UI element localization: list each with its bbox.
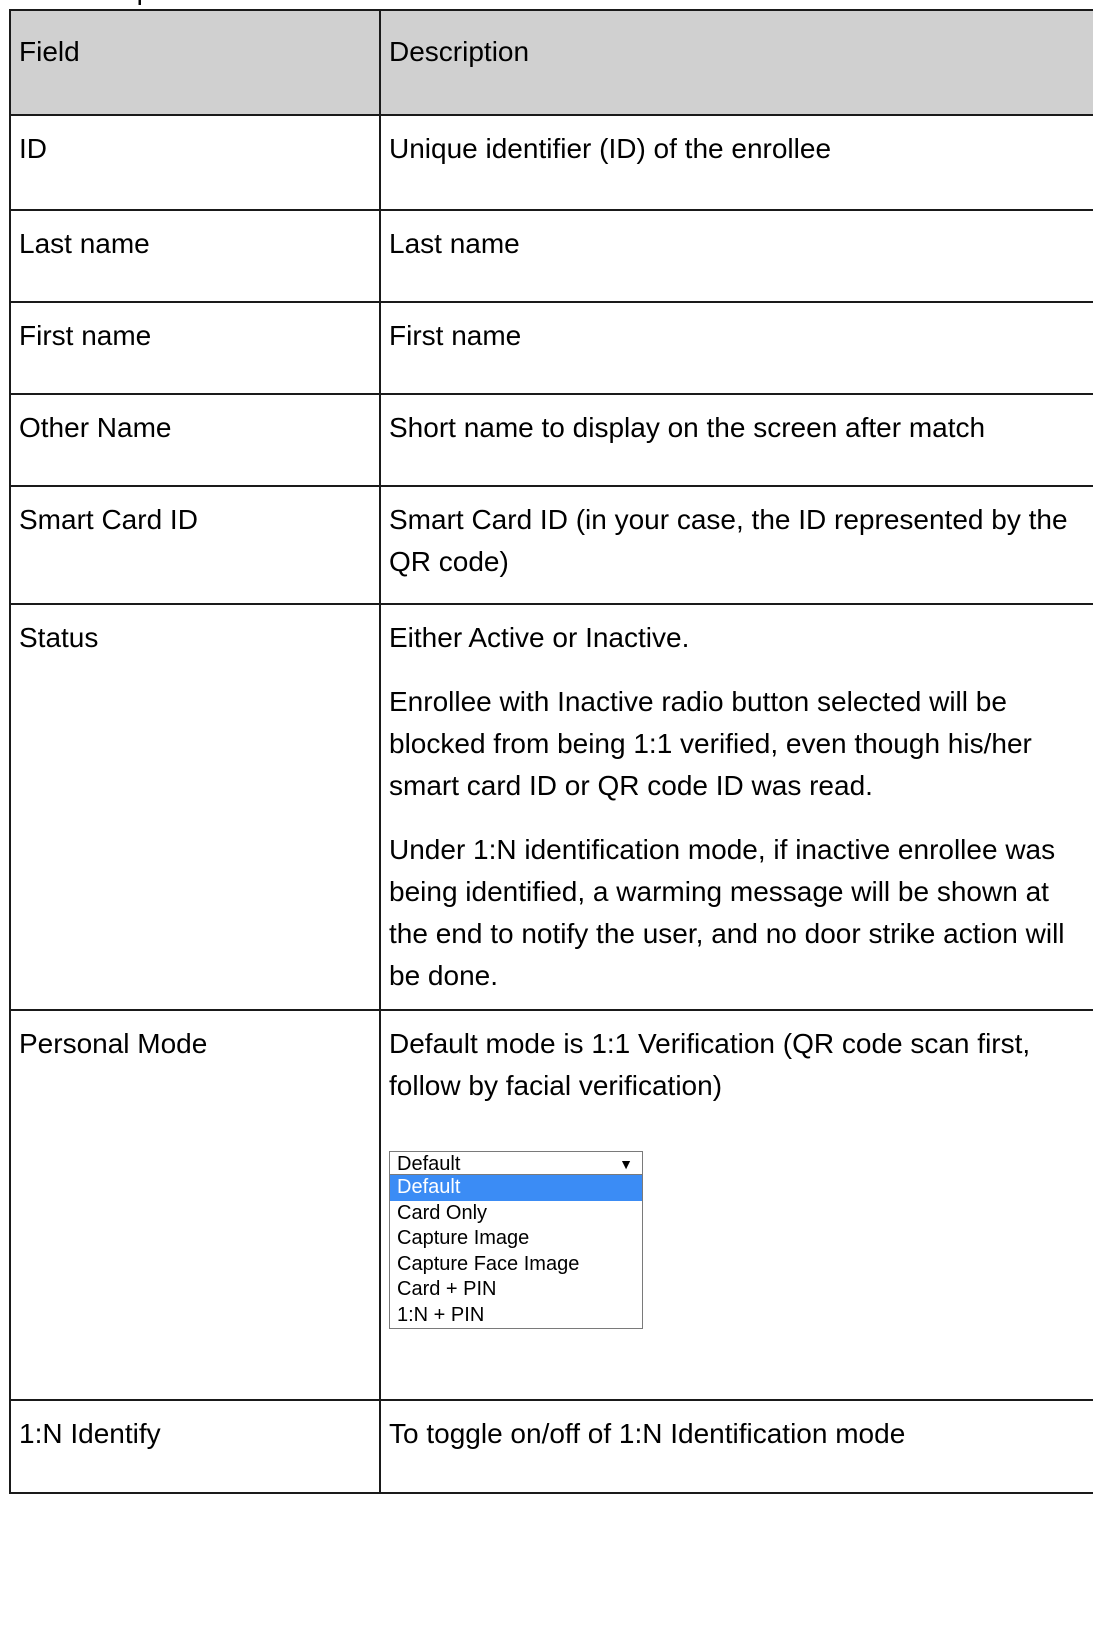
select-value: Default	[397, 1153, 461, 1175]
description-paragraph: Under 1:N identification mode, if inacti…	[389, 834, 1065, 991]
table-row: ID Unique identifier (ID) of the enrollee	[9, 114, 1093, 211]
description-cell: First name	[379, 301, 1093, 395]
description-paragraph: Either Active or Inactive.	[389, 622, 690, 653]
header-field: Field	[9, 9, 381, 116]
description-paragraph: First name	[389, 320, 522, 351]
header-description: Description	[379, 9, 1093, 116]
dropdown-option[interactable]: Capture Face Image	[390, 1252, 642, 1278]
dropdown-option[interactable]: Card Only	[390, 1201, 642, 1227]
triangle-down-icon[interactable]: ▼	[619, 1152, 633, 1176]
field-cell: ID	[9, 114, 381, 211]
field-cell: Last name	[9, 209, 381, 303]
dropdown-option-list: Default Card Only Capture Image Capture Fac…	[389, 1175, 643, 1329]
description-cell: Short name to display on the screen afte…	[379, 393, 1093, 487]
field-cell: Personal Mode	[9, 1009, 381, 1401]
description-cell: Either Active or Inactive. Enrollee with …	[379, 603, 1093, 1011]
personal-mode-select[interactable]: Default ▼	[389, 1151, 643, 1175]
table-row: Status Either Active or Inactive. Enrollee…	[9, 603, 1093, 1011]
table-row: First name First name	[9, 301, 1093, 395]
field-cell: First name	[9, 301, 381, 395]
field-description-table: Field Description ID Unique identifier (I…	[9, 9, 1093, 1494]
table-header-row: Field Description	[9, 9, 1093, 116]
description-paragraph: Default mode is 1:1 Verification (QR cod…	[389, 1028, 1031, 1101]
description-paragraph: Smart Card ID (in your case, the ID repr…	[389, 504, 1068, 577]
dropdown-option[interactable]: Card + PIN	[390, 1277, 642, 1303]
description-cell: Unique identifier (ID) of the enrollee	[379, 114, 1093, 211]
description-cell: Default mode is 1:1 Verification (QR cod…	[379, 1009, 1093, 1401]
description-cell: Smart Card ID (in your case, the ID repr…	[379, 485, 1093, 605]
table-row: 1:N Identify To toggle on/off of 1:N Iden…	[9, 1399, 1093, 1494]
personal-mode-dropdown-screenshot: Default ▼ Default Card Only Capture Image Cap…	[389, 1151, 643, 1329]
description-cell: To toggle on/off of 1:N Identification m…	[379, 1399, 1093, 1494]
dropdown-option[interactable]: 1:N + PIN	[390, 1303, 642, 1329]
field-cell: Status	[9, 603, 381, 1011]
description-paragraph: Short name to display on the screen afte…	[389, 412, 986, 443]
table-row: Other Name Short name to display on the s…	[9, 393, 1093, 487]
description-paragraph: Enrollee with Inactive radio button sele…	[389, 686, 1032, 801]
dropdown-option[interactable]: Default	[390, 1175, 642, 1201]
field-cell: Smart Card ID	[9, 485, 381, 605]
table-row: Smart Card ID Smart Card ID (in your case…	[9, 485, 1093, 605]
dropdown-option[interactable]: Capture Image	[390, 1226, 642, 1252]
description-paragraph: Unique identifier (ID) of the enrollee	[389, 133, 832, 164]
table-row: Personal Mode Default mode is 1:1 Verific…	[9, 1009, 1093, 1401]
field-cell: 1:N Identify	[9, 1399, 381, 1494]
description-paragraph: To toggle on/off of 1:N Identification m…	[389, 1418, 906, 1449]
table-row: Last name Last name	[9, 209, 1093, 303]
description-paragraph: Last name	[389, 228, 520, 259]
description-cell: Last name	[379, 209, 1093, 303]
field-cell: Other Name	[9, 393, 381, 487]
